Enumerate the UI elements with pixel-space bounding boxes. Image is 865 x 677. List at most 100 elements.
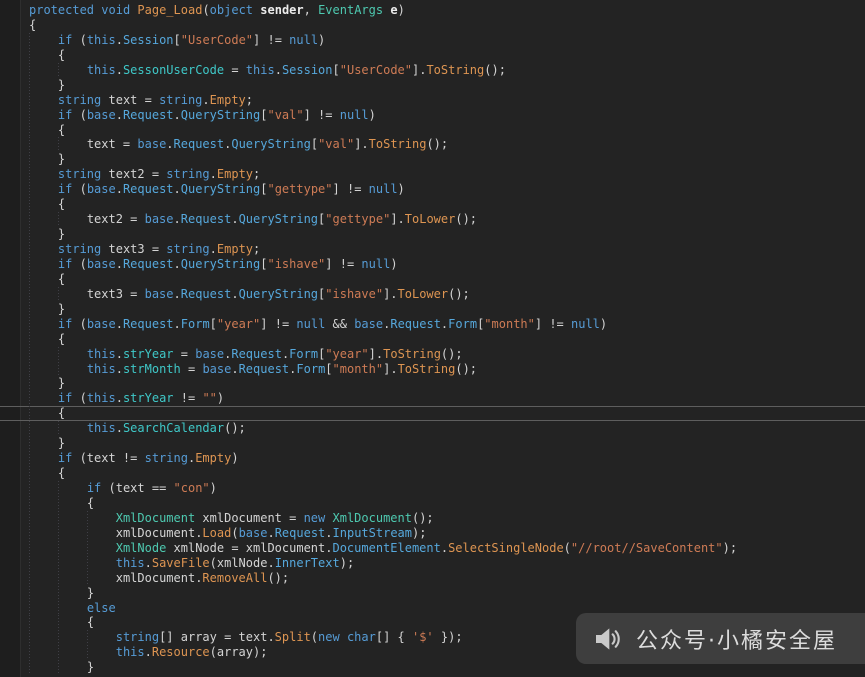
code-area[interactable]: protected void Page_Load(object sender, … [0, 0, 865, 677]
code-line[interactable]: { [0, 496, 865, 511]
code-token: = [181, 362, 203, 376]
code-token: . [441, 541, 448, 555]
code-token: ) [600, 317, 607, 331]
code-token: . [275, 63, 282, 77]
code-line[interactable]: } [0, 436, 865, 451]
code-line[interactable]: { [0, 48, 865, 63]
indent-guide [29, 376, 58, 391]
code-line[interactable]: { [0, 406, 865, 421]
code-token: . [325, 526, 332, 540]
code-line[interactable]: if (text == "con") [0, 481, 865, 496]
code-token: QueryString [181, 108, 260, 122]
code-line[interactable]: { [0, 466, 865, 481]
code-token: ) [398, 182, 405, 196]
code-token: xmlNode = xmlDocument. [166, 541, 332, 555]
code-line[interactable]: text2 = base.Request.QueryString["gettyp… [0, 212, 865, 227]
code-token: ] != [333, 182, 369, 196]
code-token: SessonUserCode [123, 63, 224, 77]
code-token: Request [123, 257, 174, 271]
indent-guide [58, 630, 87, 645]
code-line[interactable]: } [0, 78, 865, 93]
code-line[interactable]: if (this.Session["UserCode"] != null) [0, 33, 865, 48]
code-line[interactable]: this.SessonUserCode = this.Session["User… [0, 63, 865, 78]
code-token: . [174, 287, 181, 301]
code-line[interactable]: } [0, 152, 865, 167]
code-line[interactable]: if (base.Request.QueryString["ishave"] !… [0, 257, 865, 272]
code-line[interactable]: if (base.Request.QueryString["val"] != n… [0, 108, 865, 123]
code-token: Empty [195, 451, 231, 465]
indent-guide [58, 571, 87, 586]
code-token [325, 511, 332, 525]
code-line[interactable]: if (text != string.Empty) [0, 451, 865, 466]
code-token: (); [448, 287, 470, 301]
indent-guide [58, 526, 87, 541]
code-token: [ [174, 33, 181, 47]
code-line[interactable]: { [0, 18, 865, 33]
code-line[interactable]: text3 = base.Request.QueryString["ishave… [0, 287, 865, 302]
code-line[interactable]: this.strMonth = base.Request.Form["month… [0, 362, 865, 377]
code-token: . [210, 167, 217, 181]
code-line[interactable]: } [0, 376, 865, 391]
code-token: "UserCode" [340, 63, 412, 77]
code-token: ( [564, 541, 571, 555]
code-line[interactable]: { [0, 123, 865, 138]
code-line[interactable]: } [0, 586, 865, 601]
code-token: new [304, 511, 326, 525]
code-line[interactable]: this.SearchCalendar(); [0, 421, 865, 436]
code-token: string [58, 167, 101, 181]
code-line[interactable]: this.SaveFile(xmlNode.InnerText); [0, 556, 865, 571]
code-token: ) [318, 33, 325, 47]
code-line[interactable]: XmlDocument xmlDocument = new XmlDocumen… [0, 511, 865, 526]
indent-guide [87, 630, 116, 645]
code-token: (xmlNode. [210, 556, 275, 570]
code-line[interactable]: if (base.Request.QueryString["gettype"] … [0, 182, 865, 197]
code-line[interactable]: { [0, 272, 865, 287]
code-token: ] != [535, 317, 571, 331]
code-line[interactable]: string text2 = string.Empty; [0, 167, 865, 182]
indent-guide [29, 451, 58, 466]
code-line[interactable]: this.strYear = base.Request.Form["year"]… [0, 347, 865, 362]
indent-guide [58, 586, 87, 601]
indent-guide [29, 481, 58, 496]
indent-guide [58, 287, 87, 302]
code-token: string [58, 242, 101, 256]
code-token: ) [390, 257, 397, 271]
code-token: object [210, 3, 253, 17]
indent-guide [58, 496, 87, 511]
code-token: Request [123, 182, 174, 196]
code-token: (); [484, 63, 506, 77]
code-token: . [116, 108, 123, 122]
code-line[interactable]: text = base.Request.QueryString["val"].T… [0, 137, 865, 152]
code-token: ( [202, 3, 209, 17]
indent-guide [58, 421, 87, 436]
code-token: { [58, 48, 65, 62]
code-token: . [231, 362, 238, 376]
code-line[interactable]: { [0, 197, 865, 212]
code-line[interactable]: string text3 = string.Empty; [0, 242, 865, 257]
code-token: protected [29, 3, 94, 17]
code-token: . [231, 287, 238, 301]
code-line[interactable]: protected void Page_Load(object sender, … [0, 3, 865, 18]
indent-guide [29, 167, 58, 182]
code-line[interactable]: } [0, 302, 865, 317]
code-line[interactable]: string text = string.Empty; [0, 93, 865, 108]
code-token: base [87, 317, 116, 331]
code-line[interactable]: xmlDocument.RemoveAll(); [0, 571, 865, 586]
code-line[interactable]: { [0, 332, 865, 347]
code-token: this [246, 63, 275, 77]
code-token: Request [181, 212, 232, 226]
code-line[interactable]: if (base.Request.Form["year"] != null &&… [0, 317, 865, 332]
code-token: Form [289, 347, 318, 361]
code-line[interactable]: } [0, 227, 865, 242]
indent-guide [87, 645, 116, 660]
code-line[interactable]: if (this.strYear != "") [0, 391, 865, 406]
code-token: XmlDocument [116, 511, 195, 525]
code-line[interactable]: xmlDocument.Load(base.Request.InputStrea… [0, 526, 865, 541]
code-token: ToString [398, 362, 456, 376]
code-line[interactable]: XmlNode xmlNode = xmlDocument.DocumentEl… [0, 541, 865, 556]
indent-guide [58, 645, 87, 660]
code-token: Form [448, 317, 477, 331]
indent-guide [29, 197, 58, 212]
code-token: . [145, 556, 152, 570]
code-token: Form [181, 317, 210, 331]
